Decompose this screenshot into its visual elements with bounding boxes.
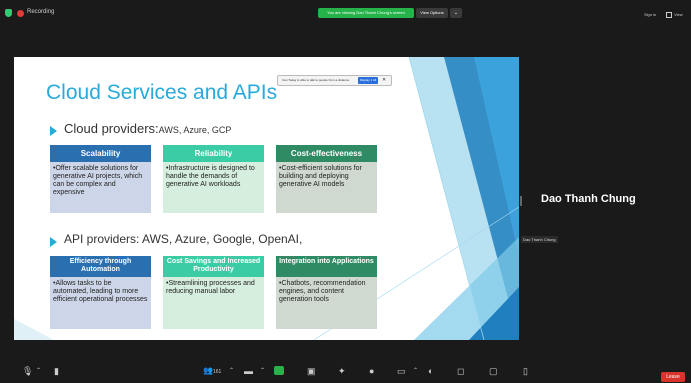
security-shield-icon[interactable]: [5, 9, 12, 17]
view-button[interactable]: View: [666, 12, 683, 18]
column-header-reliability: Reliability: [163, 145, 264, 162]
speaker-name: Dao Thanh Chung: [541, 193, 636, 205]
microphone-icon[interactable]: 🎙: [22, 366, 33, 376]
more-icon[interactable]: ▯: [523, 366, 528, 376]
captions-chevron-icon[interactable]: ⌃: [413, 366, 418, 376]
column-header-cost-savings: Cost Savings and Increased Productivity: [163, 256, 264, 277]
column-body-scalability: •Offer scalable solutions for generative…: [50, 162, 151, 213]
participants-button[interactable]: 👥161: [203, 366, 221, 377]
grid-view-icon: [666, 12, 672, 18]
column-body-reliability: •Infrastructure is designed to handle th…: [163, 162, 264, 213]
column-body-cost-savings: •Streamlining processes and reducing man…: [163, 277, 264, 329]
reactions-icon[interactable]: ✦: [338, 366, 346, 376]
cloud-providers-line: Cloud providers:AWS, Azure, GCP: [64, 121, 231, 136]
display-button[interactable]: Display 1 All: [358, 77, 378, 84]
leave-button[interactable]: Leave: [661, 372, 685, 382]
chat-icon[interactable]: ▬: [244, 366, 253, 376]
column-body-integration: •Chatbots, recommendation engines, and c…: [276, 277, 377, 329]
column-body-cost-effectiveness: •Cost-efficient solutions for building a…: [276, 162, 377, 213]
sign-in-link[interactable]: Sign in: [644, 12, 656, 17]
recording-label: Recording: [27, 9, 55, 15]
share-screen-icon[interactable]: [274, 366, 284, 375]
participants-icon: 👥: [203, 366, 213, 375]
whiteboard-icon[interactable]: ◐: [428, 366, 433, 376]
panel-resize-handle[interactable]: [520, 196, 522, 206]
view-options-button[interactable]: View Options: [416, 8, 448, 18]
shared-screen: Can Today is able to talk to people from…: [14, 57, 519, 340]
notes-icon[interactable]: ▢: [489, 366, 498, 376]
record-icon[interactable]: ▣: [307, 366, 316, 376]
view-label: View: [674, 12, 683, 18]
slide-title: Cloud Services and APIs: [46, 81, 278, 104]
column-header-integration: Integration into Applications: [276, 256, 377, 277]
more-apps-icon[interactable]: ◻: [457, 366, 464, 376]
chat-chevron-icon[interactable]: ⌃: [260, 366, 265, 376]
bullet-arrow-icon: [50, 126, 57, 136]
video-camera-icon[interactable]: ▮: [54, 366, 59, 376]
column-header-efficiency: Efficiency through Automation: [50, 256, 151, 277]
apps-icon[interactable]: ●: [369, 366, 374, 376]
column-body-efficiency: •Allows tasks to be automated, leading t…: [50, 277, 151, 329]
cloud-providers-label: Cloud providers:: [64, 121, 159, 136]
bullet-arrow-icon: [50, 237, 57, 247]
close-icon[interactable]: ✕: [382, 77, 386, 84]
captions-icon[interactable]: ▭: [397, 366, 406, 376]
api-providers-line: API providers: AWS, Azure, Google, OpenA…: [64, 232, 303, 246]
recording-icon[interactable]: [17, 10, 24, 17]
presentation-toolbar: Can Today is able to talk to people from…: [277, 75, 392, 86]
column-header-cost-effectiveness: Cost-effectiveness: [276, 145, 377, 162]
speaker-name-tag: Dao Thanh Chung: [521, 236, 558, 243]
column-header-scalability: Scalability: [50, 145, 151, 162]
participants-chevron-icon[interactable]: ⌃: [229, 366, 234, 376]
toolbar-message: Can Today is able to talk to people from…: [282, 78, 350, 82]
screen-share-banner: You are viewing Dao Thanh Chung's screen: [318, 8, 414, 18]
cloud-providers-list: AWS, Azure, GCP: [158, 125, 232, 135]
view-options-dropdown-button[interactable]: ⌄: [450, 8, 462, 18]
audio-options-chevron-icon[interactable]: ⌃: [36, 366, 41, 376]
participants-count: 161: [212, 369, 222, 375]
